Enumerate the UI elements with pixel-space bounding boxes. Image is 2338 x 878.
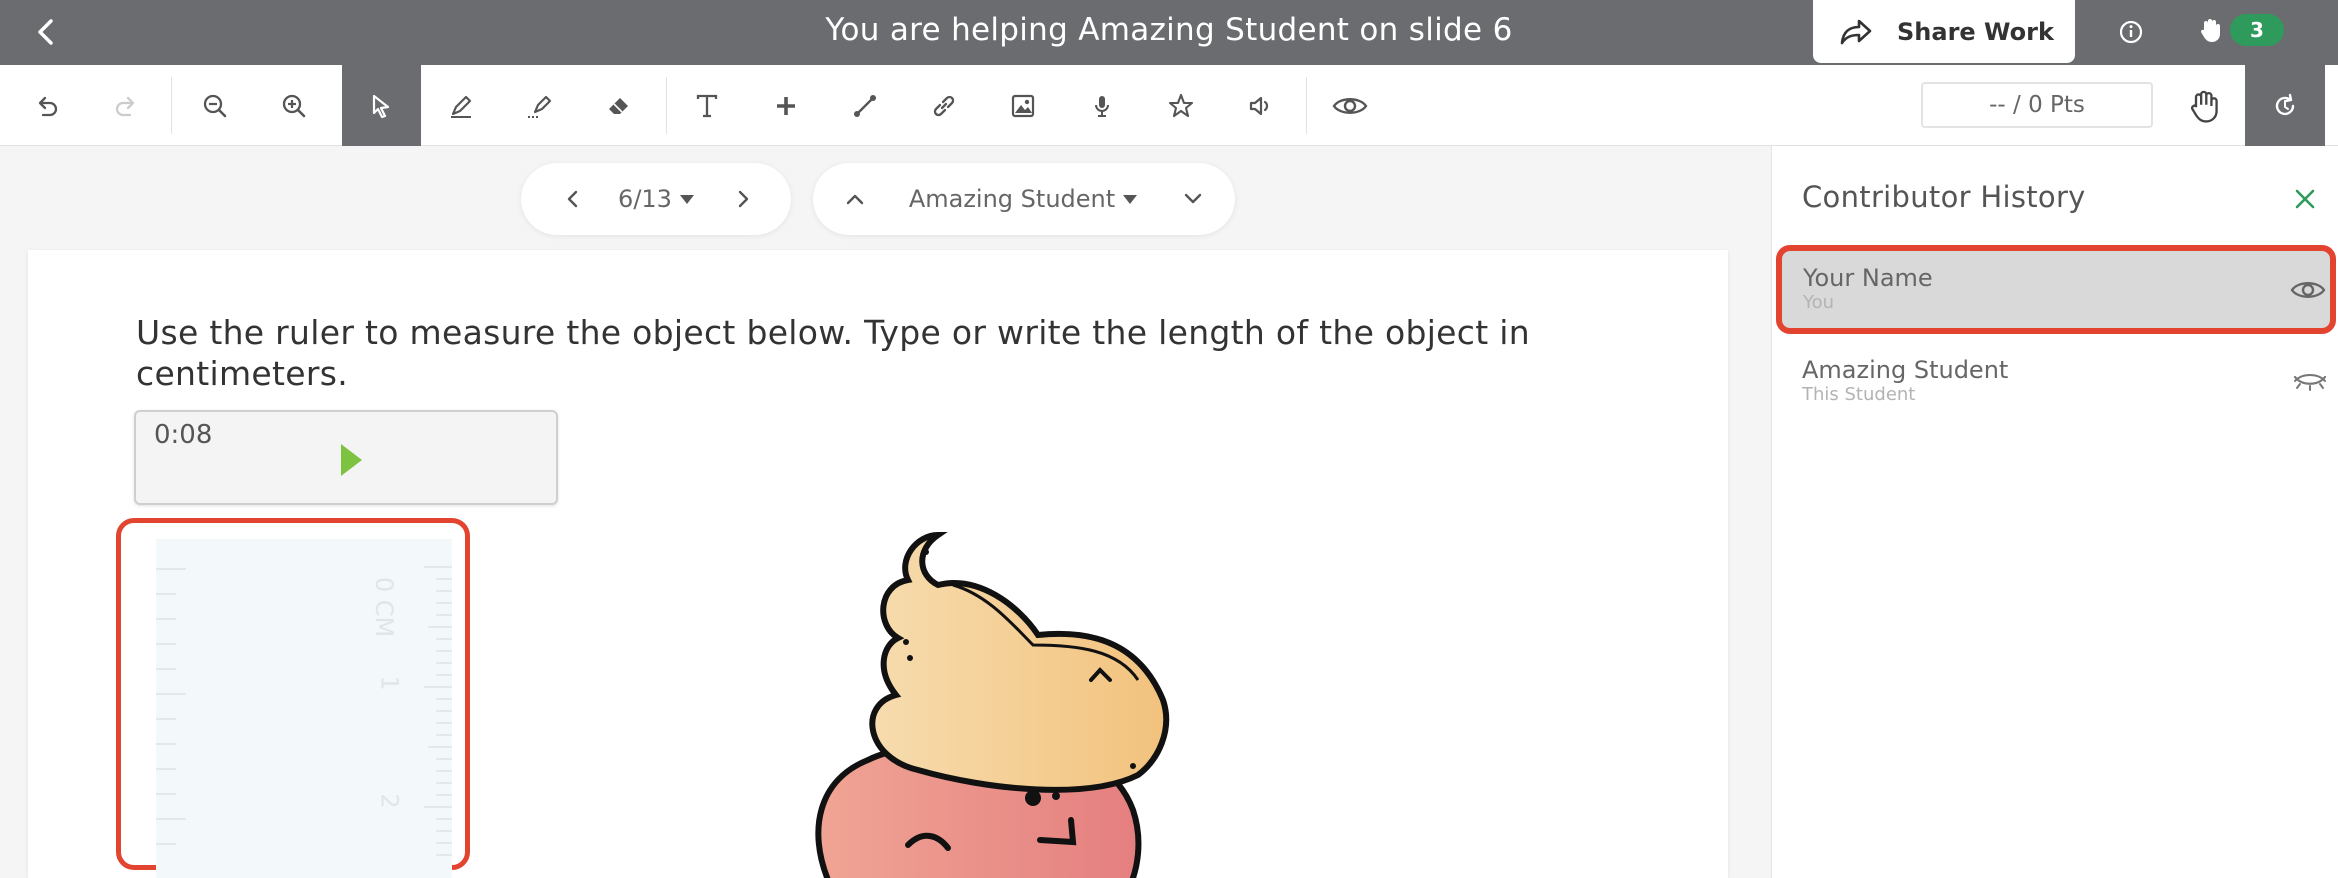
highlighter-tool-button[interactable] [500,65,579,146]
eye-closed-icon [2293,374,2327,391]
chevron-left-icon [567,190,578,208]
hand-icon [2200,19,2220,42]
chevron-up-icon [846,194,864,205]
hand-count-badge: 3 [2230,14,2284,46]
toggle-visibility-button[interactable] [2288,275,2328,305]
eraser-icon [608,97,628,114]
line-tool-button[interactable] [825,65,904,146]
microphone-icon [1094,95,1109,117]
contributor-row-student[interactable]: Amazing Student This Student [1802,356,2332,416]
redo-button[interactable] [86,65,165,146]
next-slide-button[interactable] [725,181,761,217]
zoom-in-icon [282,94,305,117]
cupcake-character-image [815,531,1170,878]
panel-title: Contributor History [1802,180,2086,214]
slide-navigator: 6/13 [521,163,791,235]
raised-hands-button[interactable]: 3 [2198,12,2284,48]
contributor-name: Your Name [1803,264,1933,292]
text-tool-button[interactable] [667,65,746,146]
link-icon [933,95,954,116]
audio-duration: 0:08 [154,420,213,450]
redo-icon [115,96,134,116]
caret-down-icon [679,194,694,204]
contributor-role: You [1803,292,1835,313]
question-text: Use the ruler to measure the object belo… [136,313,1530,393]
student-selector[interactable]: Amazing Student [883,163,1163,235]
share-icon [1840,19,1872,44]
zoom-out-button[interactable] [175,65,254,146]
zoom-in-button[interactable] [254,65,333,146]
ruler-highlight: 0 CM 1 2 [116,518,470,878]
student-name: Amazing Student [908,185,1116,213]
speaker-tool-button[interactable] [1220,65,1299,146]
student-navigator: Amazing Student [813,163,1235,235]
pen-icon [450,95,471,118]
ruler-label-zero: 0 CM [370,576,399,638]
top-bar: You are helping Amazing Student on slide… [0,0,2338,65]
image-tool-button[interactable] [983,65,1062,146]
undo-icon [38,96,57,116]
play-icon[interactable] [338,442,364,478]
line-icon [853,94,876,117]
slide-canvas[interactable]: Use the ruler to measure the object belo… [28,250,1728,878]
history-icon [2275,93,2295,115]
toolbar: -- / 0 Pts [0,65,2338,146]
contributor-name: Amazing Student [1802,356,2009,384]
select-icon [372,94,389,118]
preview-button[interactable] [1310,65,1389,146]
star-tool-button[interactable] [1141,65,1220,146]
share-work-button[interactable]: Share Work [1813,0,2075,63]
history-button[interactable] [2245,65,2325,146]
star-icon [1168,93,1193,117]
add-icon [776,96,795,115]
ruler-label-one: 1 [375,675,404,691]
hand-icon [2190,90,2218,123]
toolbar-divider [171,77,172,134]
audio-player[interactable]: 0:08 [134,410,558,505]
previous-slide-button[interactable] [555,181,591,217]
info-icon [2119,20,2143,44]
microphone-tool-button[interactable] [1062,65,1141,146]
eraser-tool-button[interactable] [579,65,658,146]
speaker-icon [1249,96,1268,115]
eye-icon [1332,97,1367,114]
contributor-role: This Student [1802,384,1916,405]
pen-tool-button[interactable] [421,65,500,146]
caret-down-icon [1123,194,1138,204]
share-work-label: Share Work [1897,17,2054,46]
image-icon [1011,94,1034,117]
contributor-row-you[interactable]: Your Name You [1776,245,2336,334]
highlighter-icon [527,95,551,118]
add-tool-button[interactable] [746,65,825,146]
hand-raise-button[interactable] [2165,65,2245,146]
chevron-down-icon [1184,193,1202,204]
next-student-button[interactable] [1175,181,1211,217]
points-field[interactable]: -- / 0 Pts [1921,82,2153,128]
ruler-markings [156,566,452,856]
zoom-out-icon [203,94,226,117]
link-tool-button[interactable] [904,65,983,146]
contributor-history-panel: Contributor History Your Name You Amazin… [1771,146,2338,878]
slide-selector[interactable]: 6/13 [601,163,711,235]
toggle-visibility-button[interactable] [2290,366,2330,396]
text-icon [696,94,717,117]
previous-student-button[interactable] [837,181,873,217]
chevron-left-icon [38,19,53,45]
undo-button[interactable] [7,65,86,146]
slide-position: 6/13 [618,185,672,213]
close-panel-button[interactable] [2290,184,2320,214]
ruler-label-two: 2 [375,793,404,809]
close-icon [2295,189,2315,209]
select-tool-button[interactable] [342,65,421,146]
eye-icon [2290,282,2326,298]
ruler-tool[interactable]: 0 CM 1 2 [156,539,452,878]
back-button[interactable] [28,14,64,50]
toolbar-divider [1306,77,1307,134]
info-button[interactable] [2113,14,2149,50]
chevron-right-icon [738,190,749,208]
